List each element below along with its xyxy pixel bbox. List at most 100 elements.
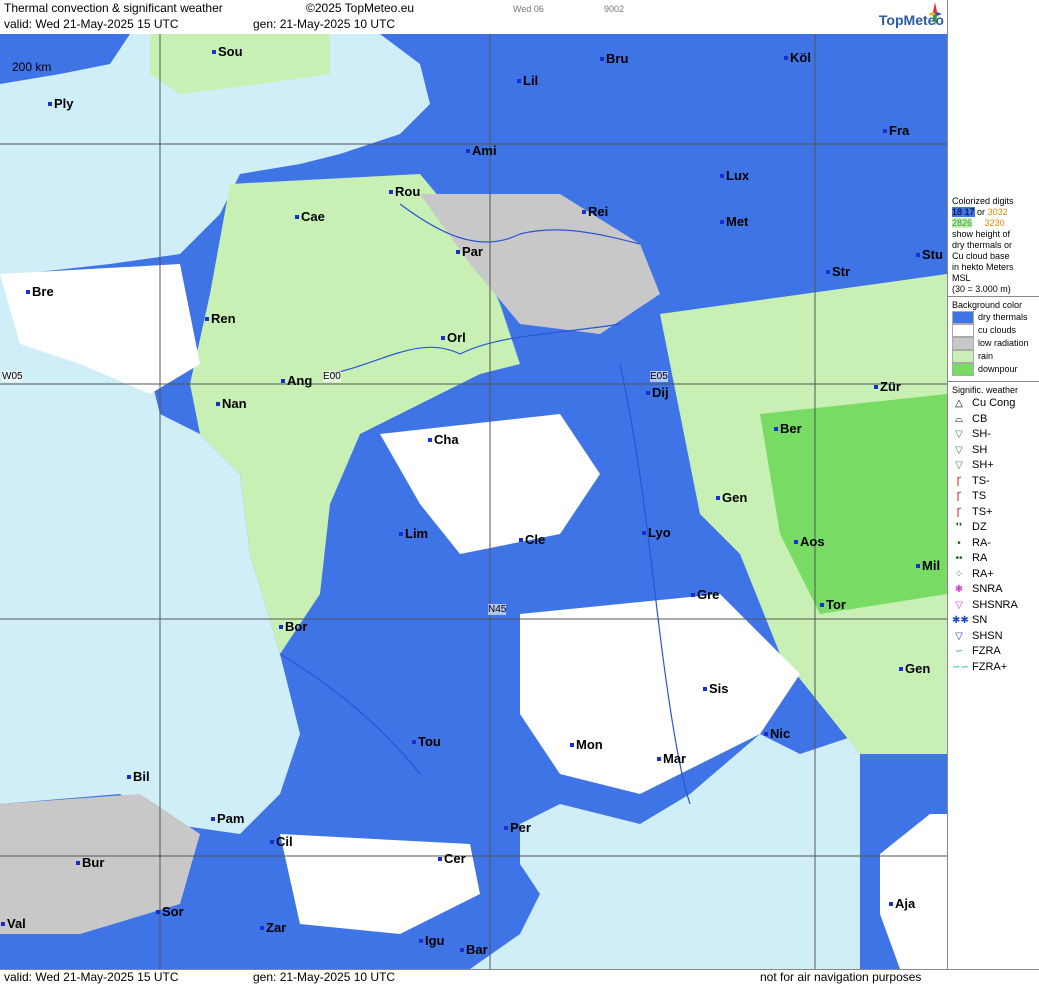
map-title: Thermal convection & significant weather: [4, 1, 223, 15]
city-label[interactable]: Tou: [418, 734, 441, 749]
weather-item: Ꞅ TS: [952, 489, 1018, 505]
background-label: downpour: [978, 364, 1018, 374]
city-label[interactable]: Sis: [709, 681, 729, 696]
city-label[interactable]: Bru: [606, 51, 628, 66]
weather-label: DZ: [972, 521, 987, 534]
weather-symbol-icon: ❜❜: [955, 522, 963, 534]
weather-label: SH: [972, 443, 988, 456]
city-label[interactable]: Ami: [472, 143, 497, 158]
city-label[interactable]: Str: [832, 264, 850, 279]
background-label: rain: [978, 351, 994, 361]
city-label[interactable]: Lyo: [648, 525, 671, 540]
city-marker: [212, 50, 216, 54]
background-item: rain: [952, 350, 1029, 363]
weather-title: Signific. weather: [952, 385, 1019, 395]
city-label[interactable]: Gen: [722, 490, 747, 505]
city-marker: [691, 593, 695, 597]
city-marker: [784, 56, 788, 60]
city-label[interactable]: Lim: [405, 526, 428, 541]
city-label[interactable]: Ren: [211, 311, 236, 326]
city-label[interactable]: Lil: [523, 73, 538, 88]
city-label[interactable]: Igu: [425, 933, 445, 948]
weather-label: SH+: [972, 459, 994, 472]
city-marker: [774, 427, 778, 431]
color-swatch: [952, 311, 974, 324]
weather-symbol-icon: ▽: [955, 429, 963, 441]
city-label[interactable]: Bor: [285, 619, 307, 634]
weather-item: ▽ SH: [952, 443, 1018, 459]
city-label[interactable]: Rou: [395, 184, 420, 199]
city-marker: [389, 190, 393, 194]
grid-label-e05: E05: [650, 371, 668, 382]
city-label[interactable]: Sou: [218, 44, 243, 59]
city-marker: [889, 902, 893, 906]
city-label[interactable]: Nan: [222, 396, 247, 411]
weather-label: CB: [972, 412, 988, 425]
city-label[interactable]: Sor: [162, 904, 184, 919]
city-label[interactable]: Mon: [576, 737, 603, 752]
city-label[interactable]: Rei: [588, 204, 608, 219]
city-label[interactable]: Pam: [217, 811, 244, 826]
city-label[interactable]: Mar: [663, 751, 686, 766]
weather-map[interactable]: 200 km Sou Ply Lil Bru Köl Ami Fra Rou Lux Cae Rei…: [0, 34, 947, 969]
digits-desc-5: (30 = 3.000 m): [952, 284, 1011, 294]
city-label[interactable]: Val: [7, 916, 26, 931]
city-label[interactable]: Cha: [434, 432, 459, 447]
legend-panel: Colorized digits 18 17 or 3032 2826 3230…: [947, 0, 1039, 969]
background-item: low radiation: [952, 337, 1029, 350]
city-label[interactable]: Gen: [905, 661, 930, 676]
city-label[interactable]: Cil: [276, 834, 293, 849]
city-marker: [399, 532, 403, 536]
city-label[interactable]: Orl: [447, 330, 466, 345]
city-label[interactable]: Ang: [287, 373, 312, 388]
city-label[interactable]: Cer: [444, 851, 466, 866]
city-label[interactable]: Ply: [54, 96, 74, 111]
city-label[interactable]: Zar: [266, 920, 286, 935]
city-label[interactable]: Gre: [697, 587, 719, 602]
weather-item: △ Cu Cong: [952, 396, 1018, 412]
weather-symbol-icon: ✱✱: [952, 615, 969, 627]
weather-symbol-icon: ∽: [954, 646, 964, 658]
city-label[interactable]: Mil: [922, 558, 940, 573]
city-marker: [412, 740, 416, 744]
header: Thermal convection & significant weather…: [0, 0, 1039, 34]
land-uk-south: [0, 34, 130, 84]
city-label[interactable]: Cae: [301, 209, 325, 224]
weather-label: TS: [972, 490, 987, 503]
city-label[interactable]: Aos: [800, 534, 825, 549]
city-label[interactable]: Cle: [525, 532, 545, 547]
city-label[interactable]: Bar: [466, 942, 488, 957]
color-swatch: [952, 337, 974, 350]
city-label[interactable]: Met: [726, 214, 748, 229]
digits-desc-1: dry thermals or: [952, 240, 1013, 250]
weather-label: RA: [972, 552, 988, 565]
city-label[interactable]: Stu: [922, 247, 943, 262]
weather-item: ▽ SH-: [952, 427, 1018, 443]
background-item: downpour: [952, 363, 1029, 376]
digits-title: Colorized digits: [952, 196, 1014, 206]
city-label[interactable]: Ber: [780, 421, 802, 436]
city-label[interactable]: Lux: [726, 168, 749, 183]
city-label[interactable]: Bur: [82, 855, 104, 870]
city-marker: [295, 215, 299, 219]
city-label[interactable]: Tor: [826, 597, 846, 612]
city-label[interactable]: Aja: [895, 896, 915, 911]
city-label[interactable]: Köl: [790, 50, 811, 65]
city-marker: [899, 667, 903, 671]
weather-symbol-icon: △: [955, 398, 963, 410]
city-label[interactable]: Bil: [133, 769, 150, 784]
city-label[interactable]: Zür: [880, 379, 901, 394]
grid-label-n45: N45: [488, 604, 507, 615]
city-marker: [127, 775, 131, 779]
background-label: low radiation: [978, 338, 1029, 348]
compass-star-icon: [928, 2, 942, 26]
city-label[interactable]: Dij: [652, 385, 669, 400]
city-marker: [764, 732, 768, 736]
weather-item: Ꞅ TS-: [952, 474, 1018, 490]
city-label[interactable]: Per: [510, 820, 531, 835]
city-label[interactable]: Par: [462, 244, 483, 259]
city-label[interactable]: Fra: [889, 123, 909, 138]
city-label[interactable]: Bre: [32, 284, 54, 299]
city-label[interactable]: Nic: [770, 726, 790, 741]
weather-symbol-icon: ⌓: [955, 413, 963, 425]
